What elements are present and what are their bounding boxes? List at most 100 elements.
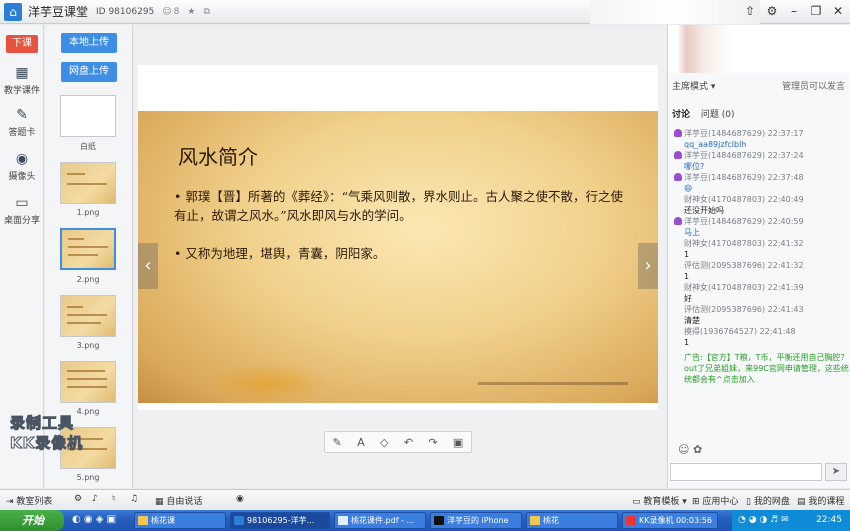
thumb-2-selected[interactable] <box>60 228 116 270</box>
tool-label: 摄像头 <box>8 172 36 182</box>
task-label: 洋芋豆的 iPhone <box>447 516 509 525</box>
microphone-icon[interactable]: ♮ <box>112 494 115 504</box>
teacher-icon <box>674 173 682 181</box>
end-class-button[interactable]: 下课 <box>6 35 38 53</box>
settings-icon[interactable]: ⚙ <box>74 494 82 504</box>
send-button[interactable]: ➤ <box>825 463 847 481</box>
task-label: 桃花 <box>543 516 559 525</box>
app-icon <box>234 516 244 525</box>
share-icon[interactable]: ⧉ <box>203 7 209 17</box>
slide-bullet: • 又称为地理，堪舆，青囊，阴阳家。 <box>174 246 386 261</box>
chat-input[interactable] <box>670 463 822 481</box>
app-center-button[interactable]: ⊞ 应用中心 <box>692 494 738 507</box>
window-controls: ⇧ ⚙ – ❐ ✕ <box>742 3 846 19</box>
slide-body: • 郭璞【晋】所著的《葬经》：“气乘风则散，界水则止。古人聚之使不散，行之使有止… <box>174 187 624 282</box>
tool-label: 桌面分享 <box>3 216 40 226</box>
quicklaunch-icons[interactable]: ◐ ◉ ◈ ▣ <box>72 514 116 525</box>
user-icon: ☺ <box>162 6 172 17</box>
slide-bullet: • 郭璞【晋】所著的《葬经》：“气乘风则散，界水则止。古人聚之使不散，行之使有止… <box>174 189 624 223</box>
free-talk-button[interactable]: ▦ 自由说话 <box>155 494 202 507</box>
next-slide-button[interactable]: › <box>638 243 658 289</box>
taskbar-item-active[interactable]: 98106295-洋芋... <box>230 512 330 529</box>
home-icon[interactable]: ⌂ <box>4 2 22 21</box>
folder-icon <box>530 516 540 525</box>
emoji-icon[interactable]: ☺ ✿ <box>678 443 702 456</box>
task-label: KK录像机 00:03:56 <box>639 516 712 525</box>
mode-selector[interactable]: 主席模式 <box>672 82 708 92</box>
message-meta: 财神女(4170487803) 22:40:49 <box>684 195 804 204</box>
taskbar-item-recorder[interactable]: KK录像机 00:03:56 <box>622 512 718 529</box>
task-label: 桃花课 <box>151 516 175 525</box>
skin-icon[interactable]: ⇧ <box>742 3 758 19</box>
chat-message: 评估测(2095387696) 22:41:43 清楚 <box>672 304 850 326</box>
my-disk-button[interactable]: ▯ 我的网盘 <box>746 494 790 507</box>
tool-answer-card[interactable]: ✎ 答题卡 <box>0 107 44 138</box>
speaker-icon[interactable]: ♪ <box>92 494 98 504</box>
bottom-bar: ⇥ 教室列表 ⚙ ♪ ♮ ♫ ▦ 自由说话 ◉ ▭ 教育模板 ▾ ⊞ 应用中心 … <box>0 489 850 509</box>
task-label: 98106295-洋芋... <box>247 516 315 525</box>
my-disk-label: 我的网盘 <box>753 497 790 507</box>
close-button[interactable]: ✕ <box>830 3 846 19</box>
prev-slide-button[interactable]: ‹ <box>138 243 158 289</box>
teacher-icon <box>674 129 682 137</box>
folder-icon <box>138 516 148 525</box>
thumb-label: 2.png <box>76 275 100 284</box>
message-list: 洋芋豆(1484687629) 22:37:17 qq_aa89jzfclblh … <box>672 128 850 385</box>
eraser-icon[interactable]: ◇ <box>380 436 388 449</box>
thumb-3[interactable] <box>60 295 116 337</box>
restore-button[interactable]: ❐ <box>808 3 824 19</box>
title-bar: ⌂ 洋芋豆课堂 ID 98106295 ☺ 8 ★ ⧉ ⇧ ⚙ – ❐ ✕ <box>0 0 850 24</box>
chevron-down-icon[interactable]: ▾ <box>708 82 716 92</box>
pen-icon[interactable]: ✎ <box>333 436 342 449</box>
upload-local-button[interactable]: 本地上传 <box>61 33 117 53</box>
tool-courseware[interactable]: ▦ 教学课件 <box>0 65 44 96</box>
free-talk-label: 自由说话 <box>166 497 203 507</box>
settings-icon[interactable]: ⚙ <box>764 3 780 19</box>
music-icon[interactable]: ♫ <box>130 494 138 504</box>
undo-icon[interactable]: ↶ <box>404 436 413 449</box>
thumb-1[interactable] <box>60 162 116 204</box>
message-meta: 财神女(4170487803) 22:41:39 <box>684 283 804 292</box>
minimize-button[interactable]: – <box>786 3 802 19</box>
os-taskbar: 开始 ◐ ◉ ◈ ▣ 桃花课 98106295-洋芋... 桃花课件.pdf -… <box>0 510 850 531</box>
message-text: 😄 <box>684 184 693 193</box>
taskbar-item[interactable]: 洋芋豆的 iPhone <box>430 512 522 529</box>
task-label: 桃花课件.pdf - ... <box>351 516 415 525</box>
thumb-blank[interactable] <box>60 95 116 137</box>
template-button[interactable]: ▭ 教育模板 ▾ <box>632 494 687 507</box>
thumb-label: 1.png <box>76 208 100 217</box>
lock-icon[interactable]: ▣ <box>453 436 463 449</box>
tab-discuss[interactable]: 讨论 <box>672 110 690 120</box>
message-text: 马上 <box>684 228 700 237</box>
taskbar-item[interactable]: 桃花课件.pdf - ... <box>334 512 426 529</box>
watermark-line2: KK录像机 <box>9 434 84 453</box>
chat-message: 财神女(4170487803) 22:41:39 好 <box>672 282 850 304</box>
redo-icon[interactable]: ↷ <box>428 436 437 449</box>
chat-message: 财神女(4170487803) 22:41:32 1 <box>672 238 850 260</box>
tool-desktop-share[interactable]: ▭ 桌面分享 <box>0 195 44 226</box>
my-courses-button[interactable]: ▤ 我的课程 <box>797 494 844 507</box>
tab-question[interactable]: 问题 (0) <box>701 110 735 120</box>
current-slide: 风水简介 • 郭璞【晋】所著的《葬经》：“气乘风则散，界水则止。古人聚之使不散，… <box>138 111 658 403</box>
taskbar-item[interactable]: 桃花 <box>526 512 618 529</box>
classroom-list-button[interactable]: ⇥ 教室列表 <box>6 494 52 507</box>
chat-message: 洋芋豆(1484687629) 22:37:24 哪位? <box>672 150 850 172</box>
chat-tabs: 讨论 问题 (0) <box>672 107 743 120</box>
ad-message[interactable]: 广告:【官方】T粮，T币，平衡还用自己胸腔？out了兄弟姐妹，来99C官网申请管… <box>672 352 850 385</box>
message-meta: 洋芋豆(1484687629) 22:37:17 <box>684 129 804 138</box>
tool-camera[interactable]: ◉ 摄像头 <box>0 151 44 182</box>
thumb-4[interactable] <box>60 361 116 403</box>
taskbar-item[interactable]: 桃花课 <box>134 512 226 529</box>
message-meta: 摸得(1936764527) 22:41:48 <box>684 327 796 336</box>
record-icon[interactable]: ◉ <box>236 494 244 504</box>
tray-icons[interactable]: ◔ ◕ ◑ ♬ ✉ <box>738 510 789 531</box>
chat-message: 洋芋豆(1484687629) 22:40:59 马上 <box>672 216 850 238</box>
my-courses-label: 我的课程 <box>808 497 845 507</box>
teacher-icon <box>674 151 682 159</box>
message-text: 哪位? <box>684 162 705 171</box>
upload-cloud-button[interactable]: 网盘上传 <box>61 62 117 82</box>
text-icon[interactable]: A <box>357 436 365 449</box>
online-count: 8 <box>173 6 180 17</box>
star-icon[interactable]: ★ <box>187 7 195 17</box>
start-button[interactable]: 开始 <box>0 510 64 531</box>
